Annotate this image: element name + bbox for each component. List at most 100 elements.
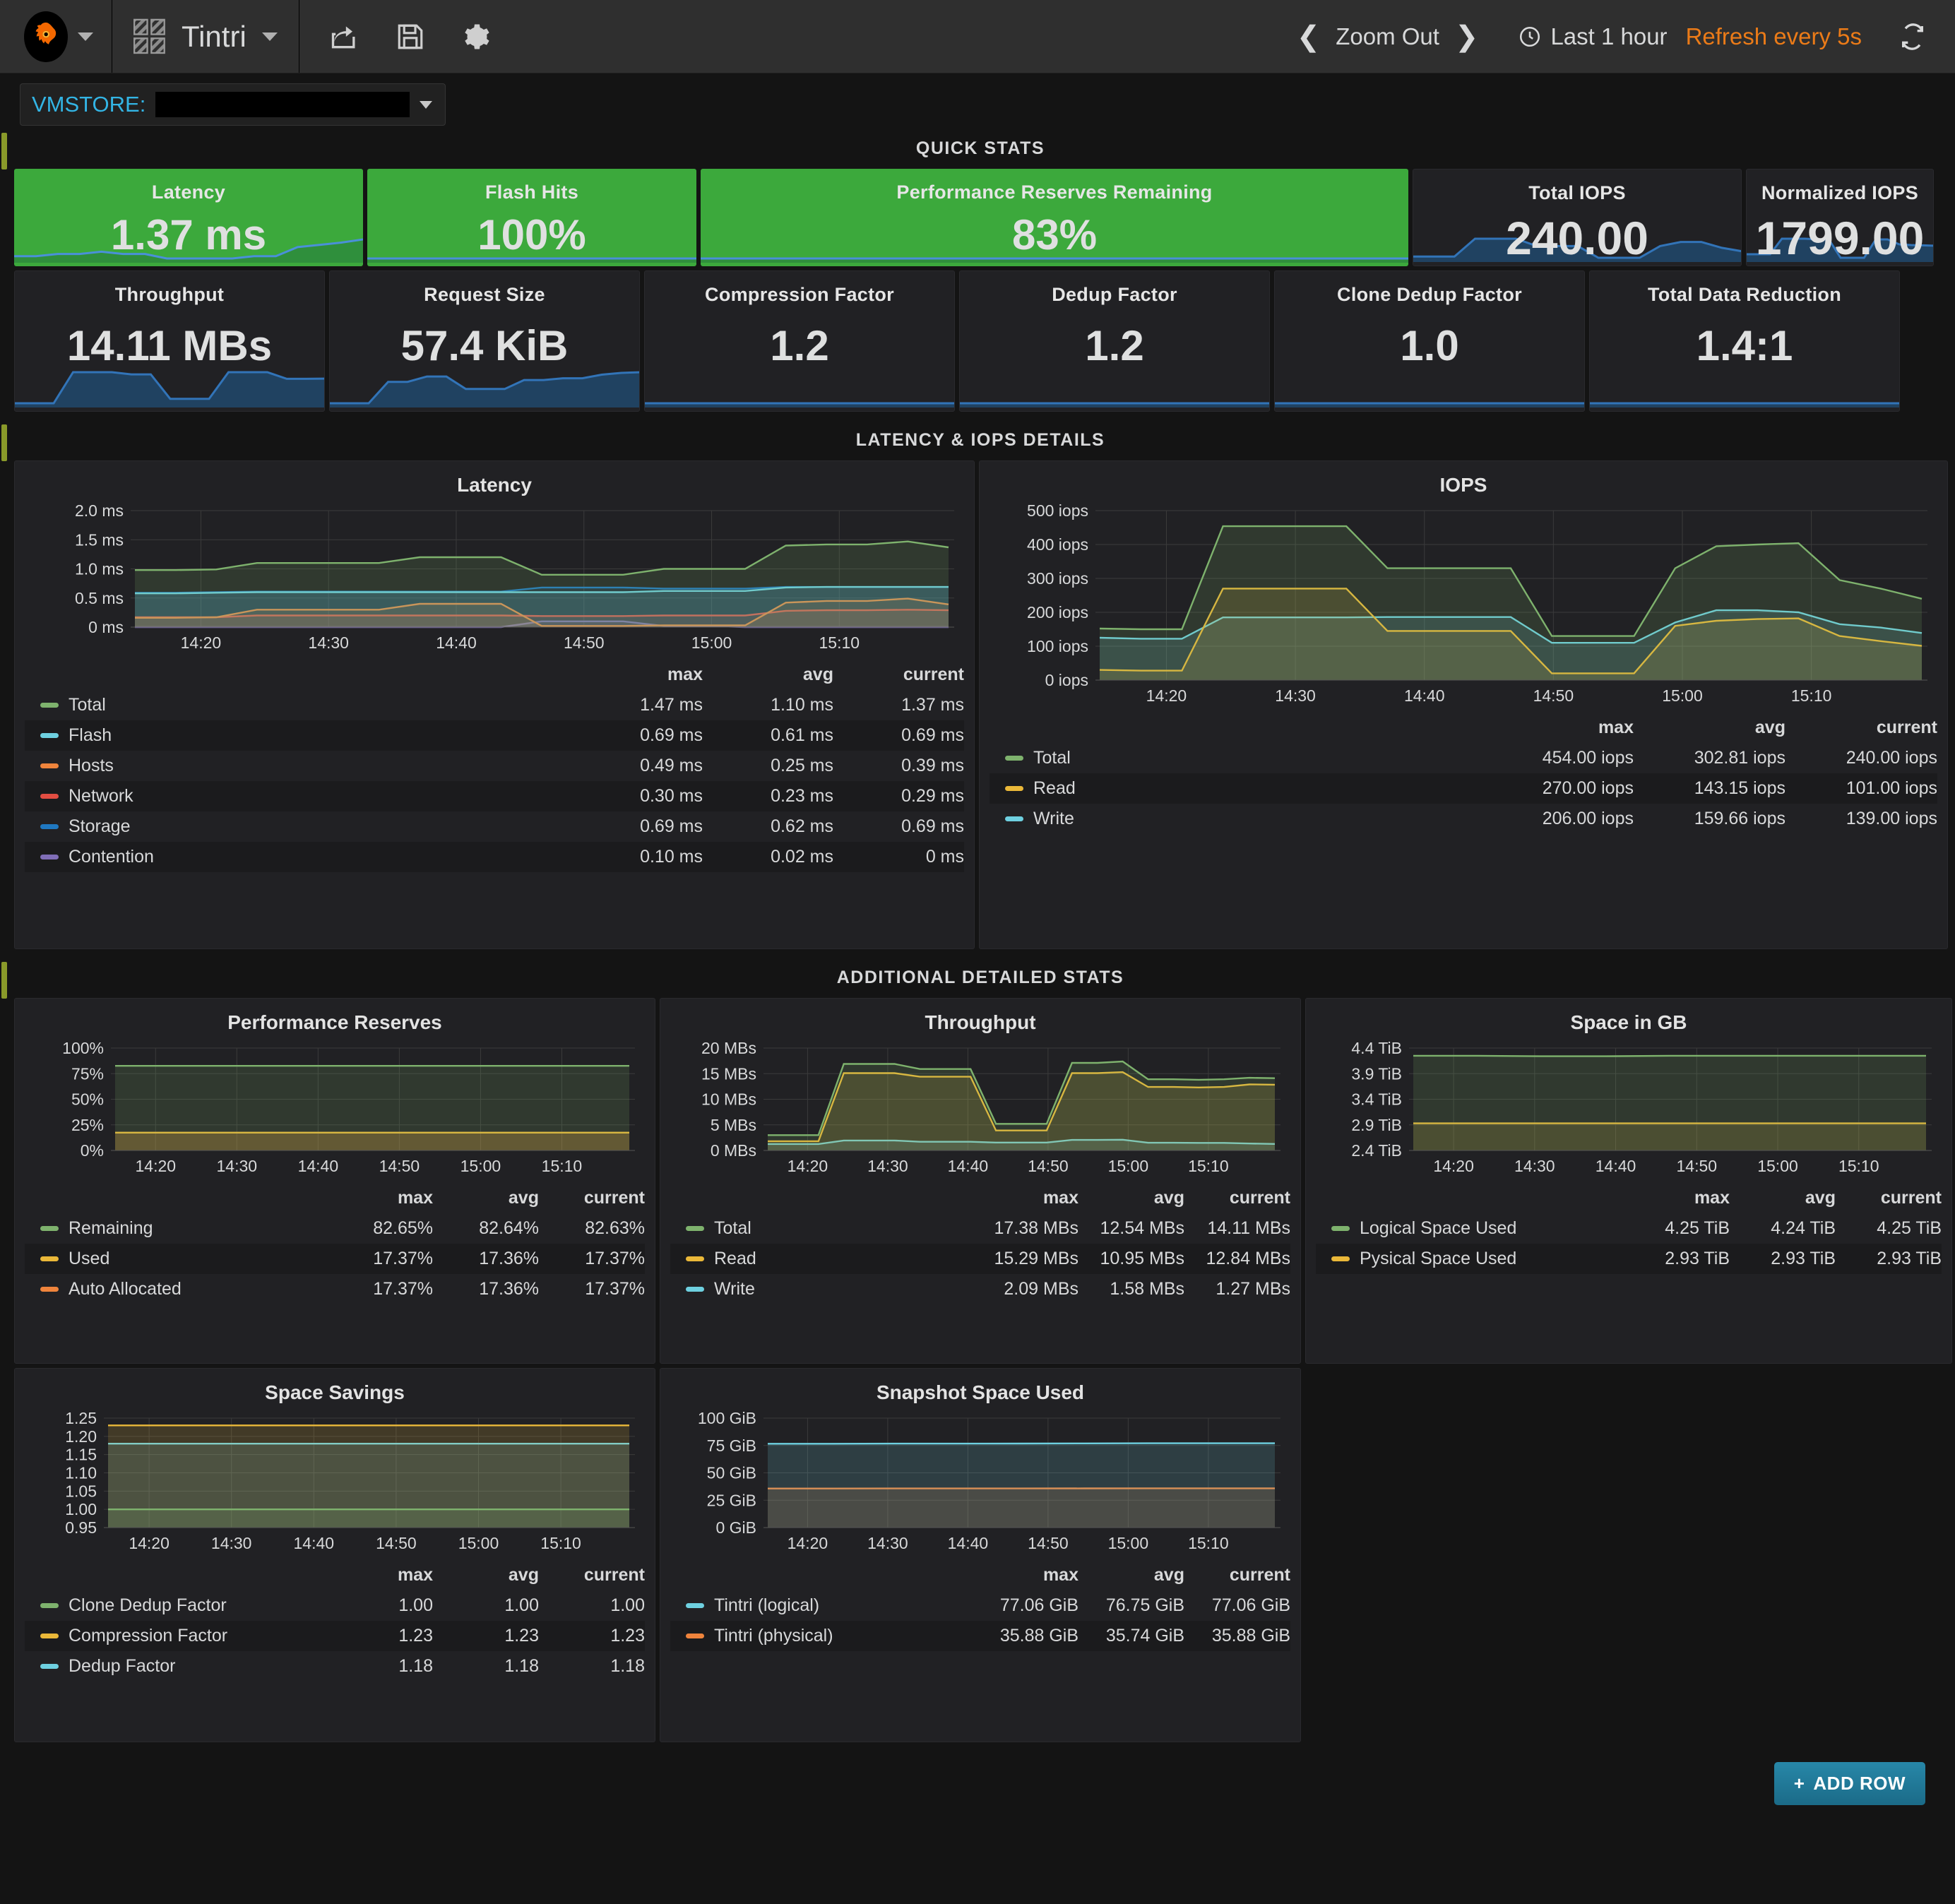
legend-series-name[interactable]: Contention (25, 842, 572, 872)
legend-row[interactable]: Network 0.30 ms 0.23 ms 0.29 ms (25, 781, 964, 811)
row-drag-handle[interactable] (1, 424, 7, 461)
legend-color-swatch[interactable] (686, 1287, 704, 1292)
legend-color-swatch[interactable] (1005, 816, 1023, 821)
refresh-cycle-icon[interactable] (1898, 23, 1927, 51)
singlestat-panel[interactable]: Clone Dedup Factor 1.0 (1274, 270, 1585, 412)
legend-series-name[interactable]: Total (990, 743, 1482, 773)
legend-row[interactable]: Total 17.38 MBs 12.54 MBs 14.11 MBs (670, 1213, 1290, 1244)
legend-series-name[interactable]: Total (670, 1213, 973, 1244)
share-icon[interactable] (329, 20, 360, 53)
singlestat-panel[interactable]: Total IOPS 240.00 (1413, 169, 1742, 266)
add-row-button[interactable]: + ADD ROW (1773, 1762, 1925, 1805)
legend-header-max[interactable]: max (572, 660, 703, 690)
graph-panel-throughput[interactable]: Throughput 0 MBs 5 MBs 10 MBs 15 MBs 20 MBs 14… (660, 998, 1301, 1364)
legend-series-name[interactable]: Total (25, 690, 572, 720)
legend-color-swatch[interactable] (40, 1256, 59, 1261)
legend-row[interactable]: Tintri (logical) 77.06 GiB 76.75 GiB 77.06 … (670, 1590, 1290, 1621)
legend-color-swatch[interactable] (40, 1603, 59, 1608)
legend-series-name[interactable]: Network (25, 781, 572, 811)
legend-color-swatch[interactable] (40, 1634, 59, 1638)
chevron-right-icon[interactable]: ❯ (1439, 20, 1495, 53)
legend-color-swatch[interactable] (40, 703, 59, 708)
legend-series-name[interactable]: Remaining (25, 1213, 327, 1244)
graph-panel-space-savings[interactable]: Space Savings 0.95 1.00 1.05 1.10 1.15 1.20 1.2… (14, 1368, 655, 1742)
legend-header-avg[interactable]: avg (1634, 713, 1785, 743)
legend-color-swatch[interactable] (40, 1226, 59, 1231)
vmstore-variable-picker[interactable]: VMSTORE: (20, 83, 446, 126)
dashboard-picker[interactable]: Tintri (112, 0, 299, 73)
org-menu[interactable] (0, 0, 112, 73)
legend-color-swatch[interactable] (1005, 786, 1023, 791)
legend-header-current[interactable]: current (539, 1183, 645, 1213)
legend-color-swatch[interactable] (40, 824, 59, 829)
singlestat-panel[interactable]: Dedup Factor 1.2 (959, 270, 1270, 412)
gear-icon[interactable] (460, 20, 490, 53)
legend-row[interactable]: Read 15.29 MBs 10.95 MBs 12.84 MBs (670, 1244, 1290, 1274)
legend-header-max[interactable]: max (327, 1183, 433, 1213)
zoom-out-button[interactable]: Zoom Out (1336, 23, 1439, 50)
legend-header-current[interactable]: current (833, 660, 964, 690)
grafana-logo-icon[interactable] (24, 11, 68, 62)
legend-row[interactable]: Total 454.00 iops 302.81 iops 240.00 iops (990, 743, 1937, 773)
legend-row[interactable]: Hosts 0.49 ms 0.25 ms 0.39 ms (25, 751, 964, 781)
legend-row[interactable]: Write 206.00 iops 159.66 iops 139.00 iops (990, 804, 1937, 834)
legend-header-max[interactable]: max (1624, 1183, 1730, 1213)
legend-color-swatch[interactable] (40, 763, 59, 768)
singlestat-panel[interactable]: Total Data Reduction 1.4:1 (1589, 270, 1900, 412)
legend-color-swatch[interactable] (40, 855, 59, 859)
legend-series-name[interactable]: Hosts (25, 751, 572, 781)
legend-color-swatch[interactable] (686, 1603, 704, 1608)
singlestat-panel[interactable]: Throughput 14.11 MBs (14, 270, 325, 412)
legend-row[interactable]: Logical Space Used 4.25 TiB 4.24 TiB 4.25 T… (1316, 1213, 1942, 1244)
singlestat-panel[interactable]: Performance Reserves Remaining 83% (701, 169, 1408, 266)
graph-panel-iops[interactable]: IOPS 0 iops 100 iops 200 iops 300 iops 400 io… (979, 460, 1948, 949)
legend-header-current[interactable]: current (539, 1560, 645, 1590)
legend-color-swatch[interactable] (686, 1634, 704, 1638)
legend-row[interactable]: Used 17.37% 17.36% 17.37% (25, 1244, 645, 1274)
graph-panel-space-in-gb[interactable]: Space in GB 2.4 TiB 2.9 TiB 3.4 TiB 3.9 TiB 4… (1305, 998, 1952, 1364)
graph-panel-snapshot-space-used[interactable]: Snapshot Space Used 0 GiB 25 GiB 50 GiB 75 G… (660, 1368, 1301, 1742)
legend-row[interactable]: Clone Dedup Factor 1.00 1.00 1.00 (25, 1590, 645, 1621)
legend-header-current[interactable]: current (1184, 1183, 1290, 1213)
legend-row[interactable]: Tintri (physical) 35.88 GiB 35.74 GiB 35.88… (670, 1621, 1290, 1651)
legend-series-name[interactable]: Dedup Factor (25, 1651, 327, 1682)
save-floppy-icon[interactable] (396, 20, 425, 53)
legend-row[interactable]: Compression Factor 1.23 1.23 1.23 (25, 1621, 645, 1651)
legend-color-swatch[interactable] (40, 733, 59, 738)
graph-panel-latency[interactable]: Latency 0 ms 0.5 ms 1.0 ms 1.5 ms 2.0 ms 14:20… (14, 460, 975, 949)
chevron-down-icon[interactable] (420, 100, 433, 109)
legend-series-name[interactable]: Used (25, 1244, 327, 1274)
legend-header-avg[interactable]: avg (433, 1560, 539, 1590)
legend-series-name[interactable]: Storage (25, 811, 572, 842)
legend-series-name[interactable]: Flash (25, 720, 572, 751)
legend-header-max[interactable]: max (973, 1560, 1078, 1590)
legend-series-name[interactable]: Compression Factor (25, 1621, 327, 1651)
refresh-interval-label[interactable]: Refresh every 5s (1686, 23, 1862, 50)
legend-header-max[interactable]: max (327, 1560, 433, 1590)
legend-series-name[interactable]: Auto Allocated (25, 1274, 327, 1304)
legend-header-max[interactable]: max (1482, 713, 1634, 743)
singlestat-panel[interactable]: Request Size 57.4 KiB (329, 270, 640, 412)
time-range-picker[interactable]: Last 1 hour (1518, 23, 1668, 50)
legend-color-swatch[interactable] (40, 1664, 59, 1669)
legend-color-swatch[interactable] (686, 1256, 704, 1261)
legend-row[interactable]: Total 1.47 ms 1.10 ms 1.37 ms (25, 690, 964, 720)
legend-row[interactable]: Read 270.00 iops 143.15 iops 101.00 iops (990, 773, 1937, 804)
chevron-down-icon[interactable] (261, 32, 278, 41)
legend-row[interactable]: Storage 0.69 ms 0.62 ms 0.69 ms (25, 811, 964, 842)
legend-header-avg[interactable]: avg (1078, 1183, 1184, 1213)
legend-header-avg[interactable]: avg (1730, 1183, 1836, 1213)
row-drag-handle[interactable] (1, 133, 7, 169)
legend-header-current[interactable]: current (1785, 713, 1937, 743)
singlestat-panel[interactable]: Normalized IOPS 1799.00 (1746, 169, 1934, 266)
legend-row[interactable]: Write 2.09 MBs 1.58 MBs 1.27 MBs (670, 1274, 1290, 1304)
legend-row[interactable]: Pysical Space Used 2.93 TiB 2.93 TiB 2.93 T… (1316, 1244, 1942, 1274)
singlestat-panel[interactable]: Flash Hits 100% (367, 169, 696, 266)
legend-row[interactable]: Flash 0.69 ms 0.61 ms 0.69 ms (25, 720, 964, 751)
legend-row[interactable]: Contention 0.10 ms 0.02 ms 0 ms (25, 842, 964, 872)
legend-series-name[interactable]: Pysical Space Used (1316, 1244, 1624, 1274)
legend-color-swatch[interactable] (1331, 1226, 1350, 1231)
vmstore-value-redacted[interactable] (155, 92, 410, 117)
singlestat-panel[interactable]: Compression Factor 1.2 (644, 270, 955, 412)
legend-series-name[interactable]: Read (990, 773, 1482, 804)
